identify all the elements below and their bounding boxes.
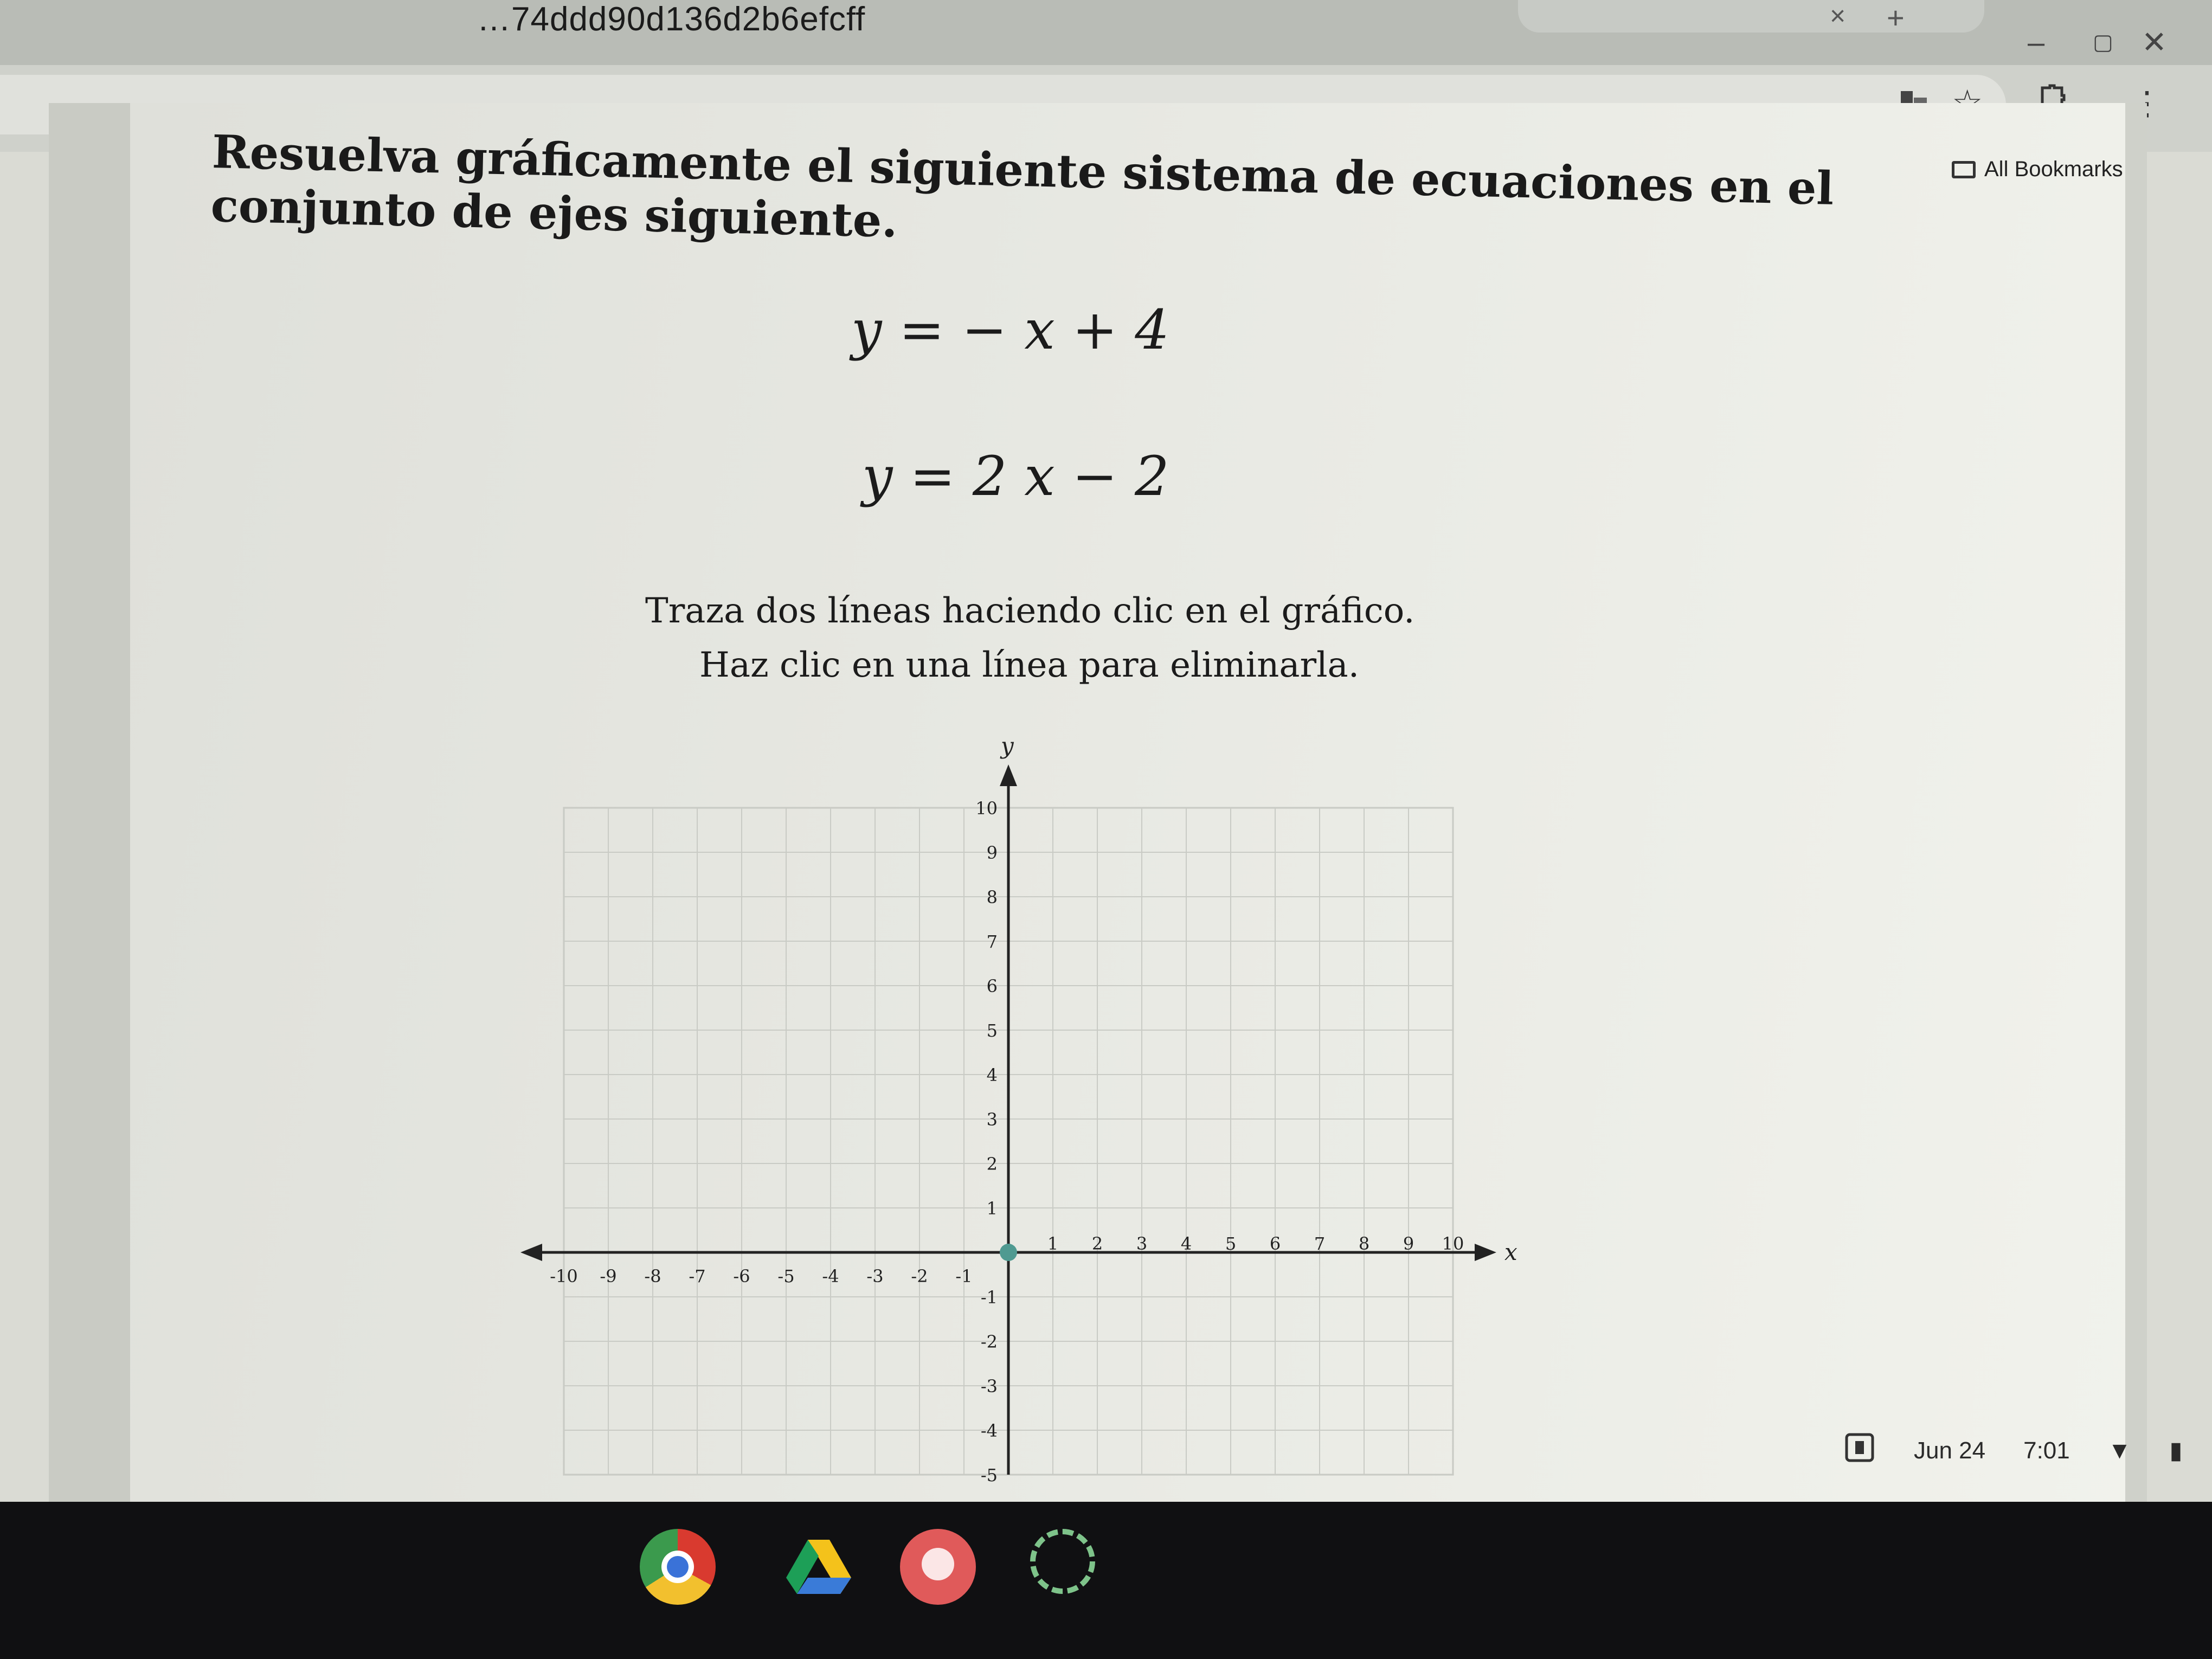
bookmarks-label: All Bookmarks xyxy=(1984,157,2123,181)
equation-2: y = 2 x − 2 xyxy=(862,445,1169,508)
close-window-icon[interactable]: ✕ xyxy=(2142,24,2167,60)
instruction-draw: Traza dos líneas haciendo clic en el grá… xyxy=(645,591,1415,631)
x-tick-label: -3 xyxy=(866,1266,883,1287)
right-rail xyxy=(2125,103,2147,1502)
wifi-icon: ▼ xyxy=(2107,1437,2132,1464)
all-bookmarks-button[interactable]: All Bookmarks xyxy=(1952,157,2123,182)
folder-icon xyxy=(1952,160,1976,178)
app-loading-icon[interactable] xyxy=(1030,1529,1095,1594)
y-axis-label: y xyxy=(1000,732,1014,759)
left-rail xyxy=(49,103,130,1502)
screen-capture-icon[interactable] xyxy=(1843,1431,1876,1470)
y-tick-label: 10 xyxy=(975,798,998,819)
y-axis-arrow-up xyxy=(1000,764,1017,786)
y-tick-label: 6 xyxy=(987,976,998,996)
x-axis-arrow-right xyxy=(1475,1244,1496,1261)
x-tick-label: -9 xyxy=(600,1266,616,1287)
origin-point xyxy=(1000,1244,1017,1261)
y-tick-label: 5 xyxy=(987,1020,998,1041)
y-tick-label: 1 xyxy=(987,1198,998,1219)
coordinate-graph[interactable]: x y -10 -9 -8 -7 -6 -5 -4 -3 -2 -1 1 2 3 4 5 6 7 8 9 10 10 9 8 7 6… xyxy=(477,716,1540,1502)
x-tick-label: 7 xyxy=(1314,1233,1325,1254)
y-tick-label: 8 xyxy=(987,887,998,908)
instruction-delete: Haz clic en una línea para eliminarla. xyxy=(699,645,1360,685)
drive-icon[interactable] xyxy=(781,1529,857,1605)
x-tick-label: -6 xyxy=(733,1266,750,1287)
x-tick-label: 9 xyxy=(1403,1233,1414,1254)
x-axis-arrow-left xyxy=(520,1244,542,1261)
browser-titlebar: …74ddd90d136d2b6efcff × + – ▢ ✕ xyxy=(0,0,2212,65)
x-tick-label: -1 xyxy=(955,1266,972,1287)
y-tick-label: 9 xyxy=(987,843,998,863)
x-tick-label: -7 xyxy=(689,1266,705,1287)
x-tick-label: 3 xyxy=(1136,1233,1147,1254)
taskbar xyxy=(0,1502,2212,1659)
x-tick-label: -2 xyxy=(911,1266,928,1287)
date-text: Jun 24 xyxy=(1914,1437,1986,1464)
x-axis-label: x xyxy=(1504,1239,1517,1265)
x-tick-label: 10 xyxy=(1442,1233,1464,1254)
x-tick-label: 2 xyxy=(1092,1233,1103,1254)
system-tray: Jun 24 7:01 ▼ ▮ xyxy=(1843,1431,2183,1470)
y-tick-label: 7 xyxy=(987,931,998,952)
y-tick-label: 2 xyxy=(987,1154,998,1174)
equation-1: y = − x + 4 xyxy=(851,298,1169,362)
y-tick-label: -2 xyxy=(981,1332,998,1352)
y-tick-label: -1 xyxy=(981,1287,998,1308)
minimize-icon[interactable]: – xyxy=(2028,24,2044,60)
x-tick-label: 4 xyxy=(1181,1233,1192,1254)
y-tick-label: -4 xyxy=(981,1420,998,1441)
x-tick-label: -10 xyxy=(550,1266,578,1287)
y-tick-label: -5 xyxy=(981,1465,998,1486)
y-tick-label: 3 xyxy=(987,1109,998,1130)
battery-icon: ▮ xyxy=(2169,1437,2183,1464)
x-tick-label: 5 xyxy=(1225,1233,1236,1254)
x-tick-label: 8 xyxy=(1359,1233,1369,1254)
time-text: 7:01 xyxy=(2023,1437,2070,1464)
x-tick-label: -8 xyxy=(644,1266,661,1287)
app-red-icon[interactable] xyxy=(900,1529,976,1605)
x-tick-label: 6 xyxy=(1270,1233,1281,1254)
new-tab-icon[interactable]: + xyxy=(1887,0,1905,35)
y-tick-label: 4 xyxy=(987,1065,998,1085)
x-tick-label: 1 xyxy=(1047,1233,1058,1254)
url-fragment: …74ddd90d136d2b6efcff xyxy=(477,1,866,38)
x-tick-label: -4 xyxy=(822,1266,839,1287)
screen: …74ddd90d136d2b6efcff × + – ▢ ✕ ☆ ⋮ Resu… xyxy=(0,0,2212,1502)
x-tick-label: -5 xyxy=(777,1266,794,1287)
y-tick-label: -3 xyxy=(981,1376,998,1397)
browser-tab[interactable]: × + xyxy=(1518,0,1984,35)
question-title: Resuelva gráficamente el siguiente siste… xyxy=(210,125,1835,248)
tab-close-icon[interactable]: × xyxy=(1830,0,1846,31)
chrome-icon[interactable] xyxy=(640,1529,716,1605)
maximize-icon[interactable]: ▢ xyxy=(2093,30,2113,55)
